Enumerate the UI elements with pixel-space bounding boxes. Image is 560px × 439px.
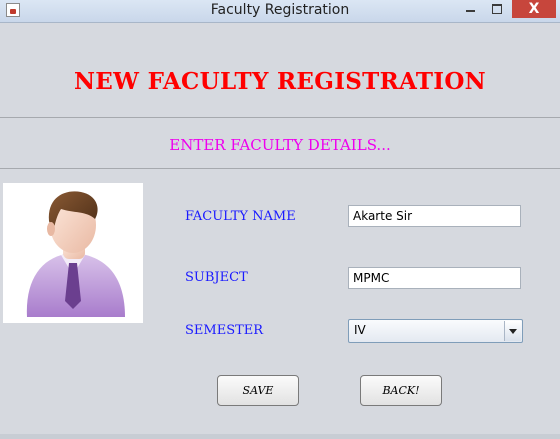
faculty-name-input[interactable]: Akarte Sir xyxy=(348,205,521,227)
heading-divider xyxy=(0,117,560,118)
dropdown-arrow-icon[interactable] xyxy=(504,321,521,341)
minimize-icon[interactable] xyxy=(459,0,481,18)
back-button[interactable]: BACK! xyxy=(360,375,442,406)
subject-input[interactable]: MPMC xyxy=(348,267,521,289)
faculty-name-label: FACULTY NAME xyxy=(185,209,296,224)
faculty-registration-window: Faculty Registration X NEW FACULTY REGIS… xyxy=(0,0,560,439)
faculty-avatar-icon xyxy=(3,183,143,323)
section-subheading: ENTER FACULTY DETAILS... xyxy=(169,136,391,154)
semester-dropdown[interactable]: IV xyxy=(348,319,523,343)
save-button[interactable]: SAVE xyxy=(217,375,299,406)
semester-selected-value: IV xyxy=(354,323,366,337)
close-icon: X xyxy=(528,1,540,17)
subheading-divider xyxy=(0,168,560,169)
title-bar[interactable]: Faculty Registration X xyxy=(0,0,560,23)
close-button[interactable]: X xyxy=(512,0,556,18)
window-bottom-edge xyxy=(0,434,560,439)
page-heading: NEW FACULTY REGISTRATION xyxy=(73,68,487,95)
subject-label: SUBJECT xyxy=(185,270,248,285)
maximize-icon[interactable] xyxy=(486,0,508,18)
semester-label: SEMESTER xyxy=(185,323,264,338)
